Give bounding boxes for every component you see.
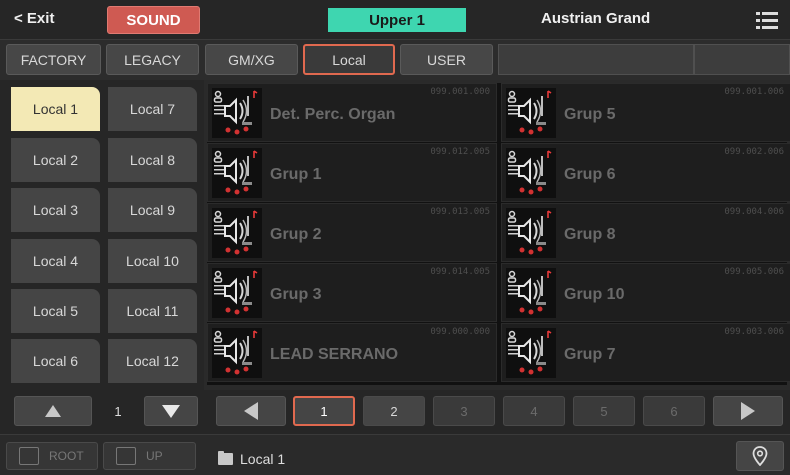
bank-local-3[interactable]: Local 3 <box>11 188 100 232</box>
category-tabs: FACTORY LEGACY GM/XG Local USER <box>0 40 790 80</box>
sound-name: Grup 1 <box>270 166 322 183</box>
bank-local-10[interactable]: Local 10 <box>108 239 197 283</box>
bank-local-11[interactable]: Local 11 <box>108 289 197 333</box>
exit-button[interactable]: < Exit <box>14 10 54 27</box>
sound-thumbnail-icon <box>212 148 262 198</box>
home-folder-icon <box>19 447 39 465</box>
tab-local[interactable]: Local <box>303 44 395 75</box>
folder-up-icon <box>116 447 136 465</box>
sound-item[interactable]: Grup 5 099.001.006 <box>501 83 790 142</box>
bank-scroll-down-button[interactable] <box>144 396 198 426</box>
bank-local-1[interactable]: Local 1 <box>11 87 100 131</box>
sound-item[interactable]: Grup 3 099.014.005 <box>207 263 497 322</box>
up-button[interactable]: UP <box>103 442 196 470</box>
sound-program-code: 099.013.005 <box>430 207 490 217</box>
sound-name: Grup 7 <box>564 346 616 363</box>
root-button[interactable]: ROOT <box>6 442 98 470</box>
upper-part-indicator[interactable]: Upper 1 <box>328 8 466 32</box>
arrow-left-icon <box>244 402 258 420</box>
page-6-button[interactable]: 6 <box>643 396 705 426</box>
sound-item[interactable]: Grup 2 099.013.005 <box>207 203 497 262</box>
sound-name: LEAD SERRANO <box>270 346 399 363</box>
tab-factory[interactable]: FACTORY <box>6 44 101 75</box>
page-3-button[interactable]: 3 <box>433 396 495 426</box>
sound-program-code: 099.000.000 <box>430 327 490 337</box>
bank-scroll-up-button[interactable] <box>14 396 92 426</box>
bank-local-12[interactable]: Local 12 <box>108 339 197 383</box>
tab-empty <box>694 44 790 75</box>
sound-item[interactable]: Grup 10 099.005.006 <box>501 263 790 322</box>
bank-local-8[interactable]: Local 8 <box>108 138 197 182</box>
sound-button[interactable]: SOUND <box>107 6 200 34</box>
sound-program-code: 099.014.005 <box>430 267 490 277</box>
sound-thumbnail-icon <box>506 88 556 138</box>
bank-local-6[interactable]: Local 6 <box>11 339 100 383</box>
sound-thumbnail-icon <box>212 268 262 318</box>
sound-item[interactable]: Grup 6 099.002.006 <box>501 143 790 202</box>
sound-thumbnail-icon <box>506 268 556 318</box>
sound-program-code: 099.003.006 <box>724 327 784 337</box>
sound-thumbnail-icon <box>212 328 262 378</box>
sound-name: Grup 2 <box>270 226 322 243</box>
sound-program-code: 099.002.006 <box>724 147 784 157</box>
sound-thumbnail-icon <box>212 88 262 138</box>
bank-panel: Local 1 Local 2 Local 3 Local 4 Local 5 … <box>0 80 204 390</box>
arrow-up-icon <box>45 405 61 417</box>
sound-item[interactable]: Det. Perc. Organ 099.001.000 <box>207 83 497 142</box>
tab-empty <box>498 44 694 75</box>
hamburger-menu-icon[interactable] <box>756 12 778 29</box>
bank-local-5[interactable]: Local 5 <box>11 289 100 333</box>
sound-name: Det. Perc. Organ <box>270 106 396 123</box>
sound-thumbnail-icon <box>506 328 556 378</box>
top-bar: < Exit SOUND Upper 1 Austrian Grand <box>0 0 790 40</box>
sound-item[interactable]: LEAD SERRANO 099.000.000 <box>207 323 497 382</box>
bank-local-9[interactable]: Local 9 <box>108 188 197 232</box>
folder-icon <box>218 451 233 465</box>
sound-name: Grup 10 <box>564 286 625 303</box>
sound-name: Grup 8 <box>564 226 616 243</box>
tab-legacy[interactable]: LEGACY <box>106 44 199 75</box>
sound-thumbnail-icon <box>212 208 262 258</box>
page-1-button[interactable]: 1 <box>293 396 355 426</box>
up-label: UP <box>146 449 163 463</box>
bank-local-4[interactable]: Local 4 <box>11 239 100 283</box>
sound-item[interactable]: Grup 7 099.003.006 <box>501 323 790 382</box>
page-4-button[interactable]: 4 <box>503 396 565 426</box>
page-2-button[interactable]: 2 <box>363 396 425 426</box>
arrow-down-icon <box>162 404 180 418</box>
sound-program-code: 099.012.005 <box>430 147 490 157</box>
sound-program-code: 099.004.006 <box>724 207 784 217</box>
sound-name: Grup 5 <box>564 106 616 123</box>
sound-item[interactable]: Grup 8 099.004.006 <box>501 203 790 262</box>
bank-local-7[interactable]: Local 7 <box>108 87 197 131</box>
current-path: Local 1 <box>218 451 285 467</box>
root-label: ROOT <box>49 449 84 463</box>
tab-gm-xg[interactable]: GM/XG <box>205 44 298 75</box>
page-next-button[interactable] <box>713 396 783 426</box>
sound-thumbnail-icon <box>506 148 556 198</box>
bank-local-2[interactable]: Local 2 <box>11 138 100 182</box>
sound-item[interactable]: Grup 1 099.012.005 <box>207 143 497 202</box>
page-5-button[interactable]: 5 <box>573 396 635 426</box>
sound-name: Grup 3 <box>270 286 322 303</box>
page-prev-button[interactable] <box>216 396 286 426</box>
sound-program-code: 099.001.000 <box>430 87 490 97</box>
location-pin-button[interactable] <box>736 441 784 471</box>
sound-program-code: 099.001.006 <box>724 87 784 97</box>
current-path-label: Local 1 <box>240 451 286 467</box>
current-sound-name: Austrian Grand <box>541 10 651 27</box>
sound-name: Grup 6 <box>564 166 616 183</box>
location-pin-icon <box>752 446 768 466</box>
tab-user[interactable]: USER <box>400 44 493 75</box>
footer-bar: ROOT UP Local 1 <box>0 434 790 475</box>
sound-thumbnail-icon <box>506 208 556 258</box>
sound-list: Det. Perc. Organ 099.001.000 Grup 1 099.… <box>207 83 790 385</box>
bank-page-number: 1 <box>114 403 122 419</box>
arrow-right-icon <box>741 402 755 420</box>
sound-program-code: 099.005.006 <box>724 267 784 277</box>
pagination-bar: 1 1 2 3 4 5 6 <box>0 390 790 434</box>
